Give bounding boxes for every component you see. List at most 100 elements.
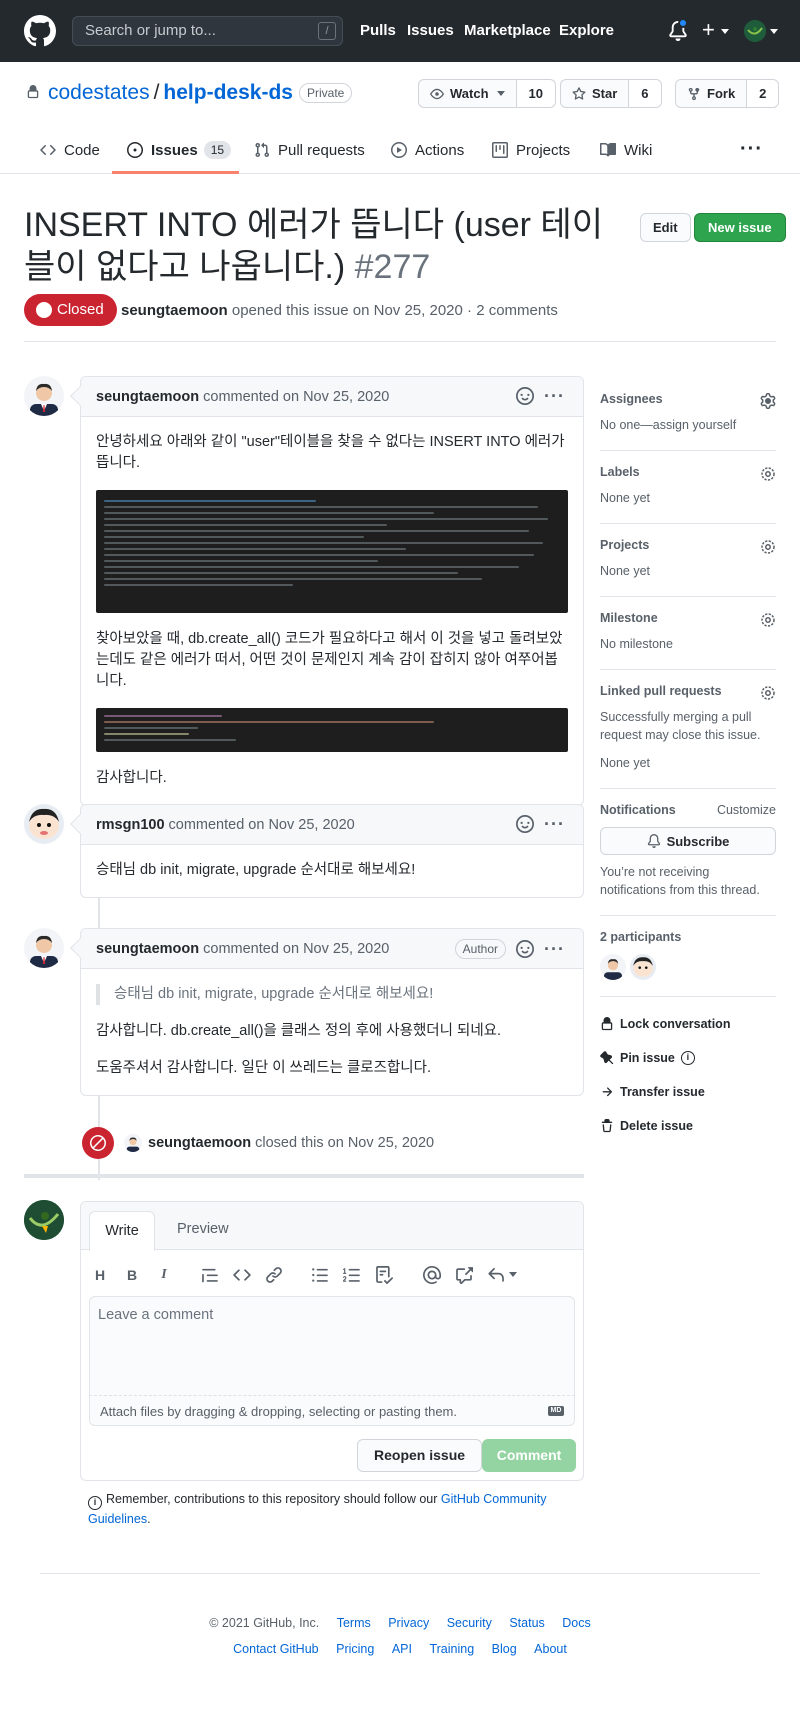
gear-icon[interactable] (760, 612, 776, 628)
issue-number: #277 (354, 248, 431, 286)
link-icon[interactable] (265, 1266, 283, 1284)
create-new-plus-icon[interactable]: + (702, 18, 715, 42)
comment-timestamp[interactable]: commented on Nov 25, 2020 (203, 941, 389, 957)
user-avatar[interactable] (744, 20, 766, 42)
tab-write[interactable]: Write (89, 1211, 155, 1251)
footer-link-api[interactable]: API (392, 1642, 412, 1656)
comment-author[interactable]: seungtaemoon (96, 389, 199, 405)
pin-issue-action[interactable]: Pin issue i (600, 1041, 776, 1075)
repo-owner-link[interactable]: codestates (48, 81, 150, 104)
markdown-icon[interactable]: MD (548, 1406, 564, 1416)
comment-menu-icon[interactable]: ··· (544, 387, 565, 405)
search-input[interactable]: Search or jump to... / (72, 16, 343, 46)
code-screenshot-image[interactable] (96, 708, 568, 752)
customize-notifications-link[interactable]: Customize (717, 803, 776, 817)
delete-issue-action[interactable]: Delete issue (600, 1109, 776, 1143)
new-issue-button[interactable]: New issue (694, 213, 786, 242)
avatar[interactable] (630, 954, 656, 980)
closed-event-actor[interactable]: seungtaemoon (148, 1135, 251, 1151)
ordered-list-icon[interactable] (343, 1266, 361, 1284)
code-icon[interactable] (233, 1266, 251, 1284)
assignees-value[interactable]: No one—assign yourself (600, 416, 776, 434)
gear-icon[interactable] (760, 685, 776, 701)
book-icon (600, 142, 616, 157)
fork-count[interactable]: 2 (747, 80, 779, 107)
footer-link-status[interactable]: Status (509, 1616, 544, 1630)
assignees-title[interactable]: Assignees (600, 392, 776, 406)
fork-button[interactable]: Fork (676, 80, 748, 107)
more-options-icon[interactable]: ··· (740, 138, 763, 161)
watch-button[interactable]: Watch (419, 80, 517, 107)
footer-link-pricing[interactable]: Pricing (336, 1642, 374, 1656)
footer-link-terms[interactable]: Terms (337, 1616, 371, 1630)
comment-timestamp[interactable]: commented on Nov 25, 2020 (169, 817, 355, 833)
comment-textarea[interactable]: Leave a comment (89, 1296, 575, 1396)
tab-code[interactable]: Code (40, 140, 100, 160)
nav-pulls[interactable]: Pulls (360, 22, 396, 39)
smiley-icon[interactable] (516, 940, 535, 958)
star-button[interactable]: Star (561, 80, 630, 107)
comment-submit-button[interactable]: Comment (482, 1439, 576, 1472)
gear-icon[interactable] (760, 393, 776, 409)
tab-pull-requests[interactable]: Pull requests (254, 140, 365, 160)
milestone-title[interactable]: Milestone (600, 611, 776, 625)
avatar[interactable] (24, 1200, 64, 1240)
linked-pr-title[interactable]: Linked pull requests (600, 684, 776, 698)
repo-name-link[interactable]: help-desk-ds (163, 81, 293, 104)
nav-marketplace[interactable]: Marketplace (464, 22, 551, 39)
notifications-description: You’re not receiving notifications from … (600, 865, 760, 897)
tab-preview[interactable]: Preview (177, 1221, 229, 1237)
gear-icon[interactable] (760, 466, 776, 482)
avatar[interactable] (124, 1134, 142, 1152)
comment-author[interactable]: rmsgn100 (96, 817, 165, 833)
bold-icon[interactable]: B (123, 1266, 141, 1284)
star-label: Star (592, 86, 618, 101)
footer-link-security[interactable]: Security (447, 1616, 492, 1630)
lock-conversation-action[interactable]: Lock conversation (600, 1007, 776, 1041)
avatar[interactable] (600, 954, 626, 980)
reopen-issue-button[interactable]: Reopen issue (357, 1439, 483, 1472)
watch-count[interactable]: 10 (516, 80, 555, 107)
italic-icon[interactable]: I (155, 1266, 173, 1284)
task-list-icon[interactable] (375, 1266, 393, 1284)
nav-issues[interactable]: Issues (407, 22, 454, 39)
comment-menu-icon[interactable]: ··· (544, 940, 565, 958)
projects-title[interactable]: Projects (600, 538, 776, 552)
footer-link-about[interactable]: About (534, 1642, 567, 1656)
comment-timestamp[interactable]: commented on Nov 25, 2020 (203, 389, 389, 405)
smiley-icon[interactable] (516, 387, 535, 405)
mention-icon[interactable] (423, 1266, 441, 1284)
info-icon[interactable]: i (680, 1051, 695, 1065)
footer-link-privacy[interactable]: Privacy (388, 1616, 429, 1630)
file-attachment-bar[interactable]: Attach files by dragging & dropping, sel… (89, 1396, 575, 1426)
quote-icon[interactable] (201, 1266, 219, 1284)
github-logo-icon[interactable] (24, 15, 56, 47)
star-count[interactable]: 6 (629, 80, 661, 107)
avatar[interactable] (24, 804, 64, 844)
comment-menu-icon[interactable]: ··· (544, 815, 565, 833)
tab-issues[interactable]: Issues 15 (127, 140, 232, 160)
avatar[interactable] (24, 376, 64, 416)
edit-title-button[interactable]: Edit (640, 213, 691, 242)
avatar[interactable] (24, 928, 64, 968)
footer-link-training[interactable]: Training (429, 1642, 474, 1656)
labels-title[interactable]: Labels (600, 465, 776, 479)
heading-icon[interactable]: H (91, 1266, 109, 1284)
smiley-icon[interactable] (516, 815, 535, 833)
transfer-issue-action[interactable]: Transfer issue (600, 1075, 776, 1109)
tab-projects[interactable]: Projects (492, 140, 570, 160)
issue-author-link[interactable]: seungtaemoon (121, 302, 228, 319)
footer-link-blog[interactable]: Blog (492, 1642, 517, 1656)
comment-author[interactable]: seungtaemoon (96, 941, 199, 957)
subscribe-button[interactable]: Subscribe (600, 827, 776, 855)
terminal-screenshot-image[interactable] (96, 490, 568, 613)
footer-link-docs[interactable]: Docs (562, 1616, 590, 1630)
unordered-list-icon[interactable] (311, 1266, 329, 1284)
footer-link-contact[interactable]: Contact GitHub (233, 1642, 318, 1656)
saved-replies-icon[interactable] (487, 1266, 505, 1284)
tab-wiki[interactable]: Wiki (600, 140, 652, 160)
tab-actions[interactable]: Actions (391, 140, 464, 160)
cross-reference-icon[interactable] (455, 1266, 473, 1284)
nav-explore[interactable]: Explore (559, 22, 614, 39)
gear-icon[interactable] (760, 539, 776, 555)
